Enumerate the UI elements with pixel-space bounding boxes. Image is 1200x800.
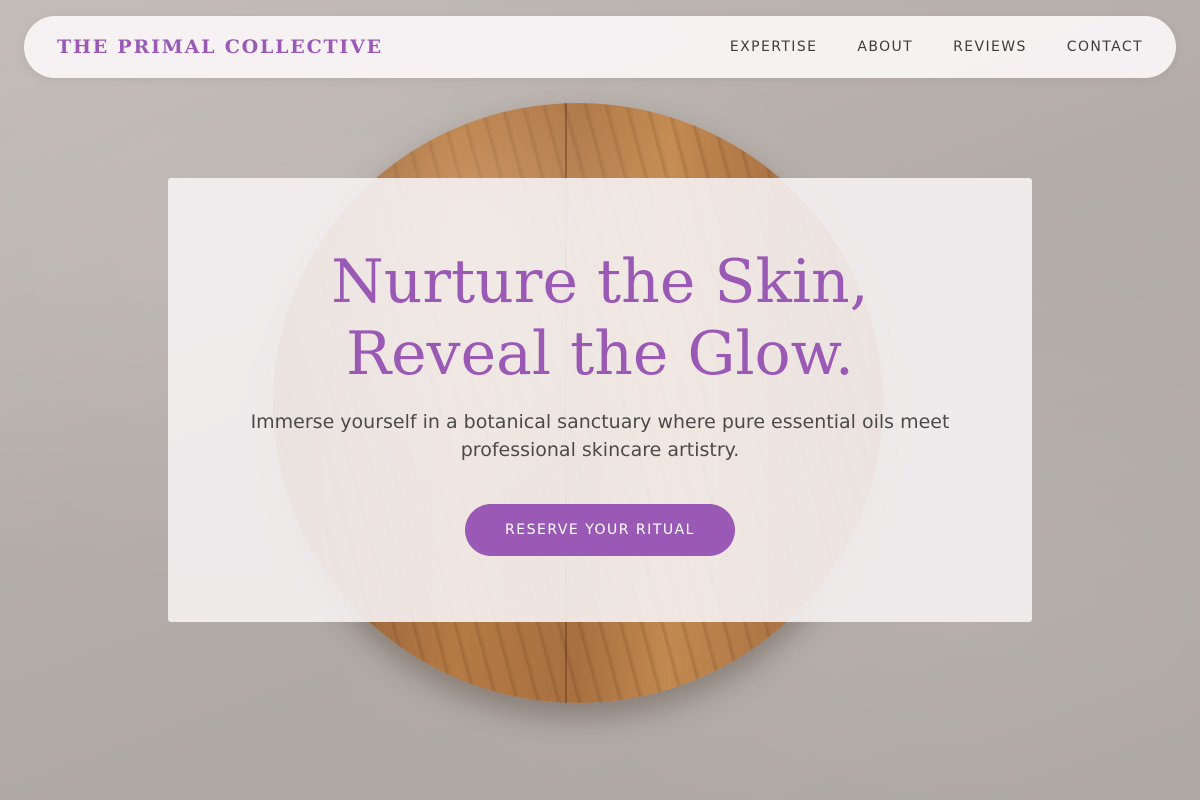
reserve-ritual-button[interactable]: RESERVE YOUR RITUAL (465, 504, 735, 556)
hero-heading: Nurture the Skin, Reveal the Glow. (168, 246, 1032, 390)
nav-menu: EXPERTISE ABOUT REVIEWS CONTACT (730, 39, 1143, 55)
hero-subtitle: Immerse yourself in a botanical sanctuar… (250, 411, 950, 461)
nav-link-reviews[interactable]: REVIEWS (953, 39, 1027, 55)
top-navigation-bar: THE PRIMAL COLLECTIVE EXPERTISE ABOUT RE… (24, 16, 1176, 78)
nav-link-about[interactable]: ABOUT (857, 39, 913, 55)
nav-link-expertise[interactable]: EXPERTISE (730, 39, 817, 55)
hero-heading-line-1: Nurture the Skin, (331, 247, 869, 317)
hero-heading-line-2: Reveal the Glow. (345, 319, 854, 389)
nav-link-contact[interactable]: CONTACT (1067, 39, 1143, 55)
hero-card: Nurture the Skin, Reveal the Glow. Immer… (168, 178, 1032, 622)
brand-logo-link[interactable]: THE PRIMAL COLLECTIVE (57, 36, 383, 58)
